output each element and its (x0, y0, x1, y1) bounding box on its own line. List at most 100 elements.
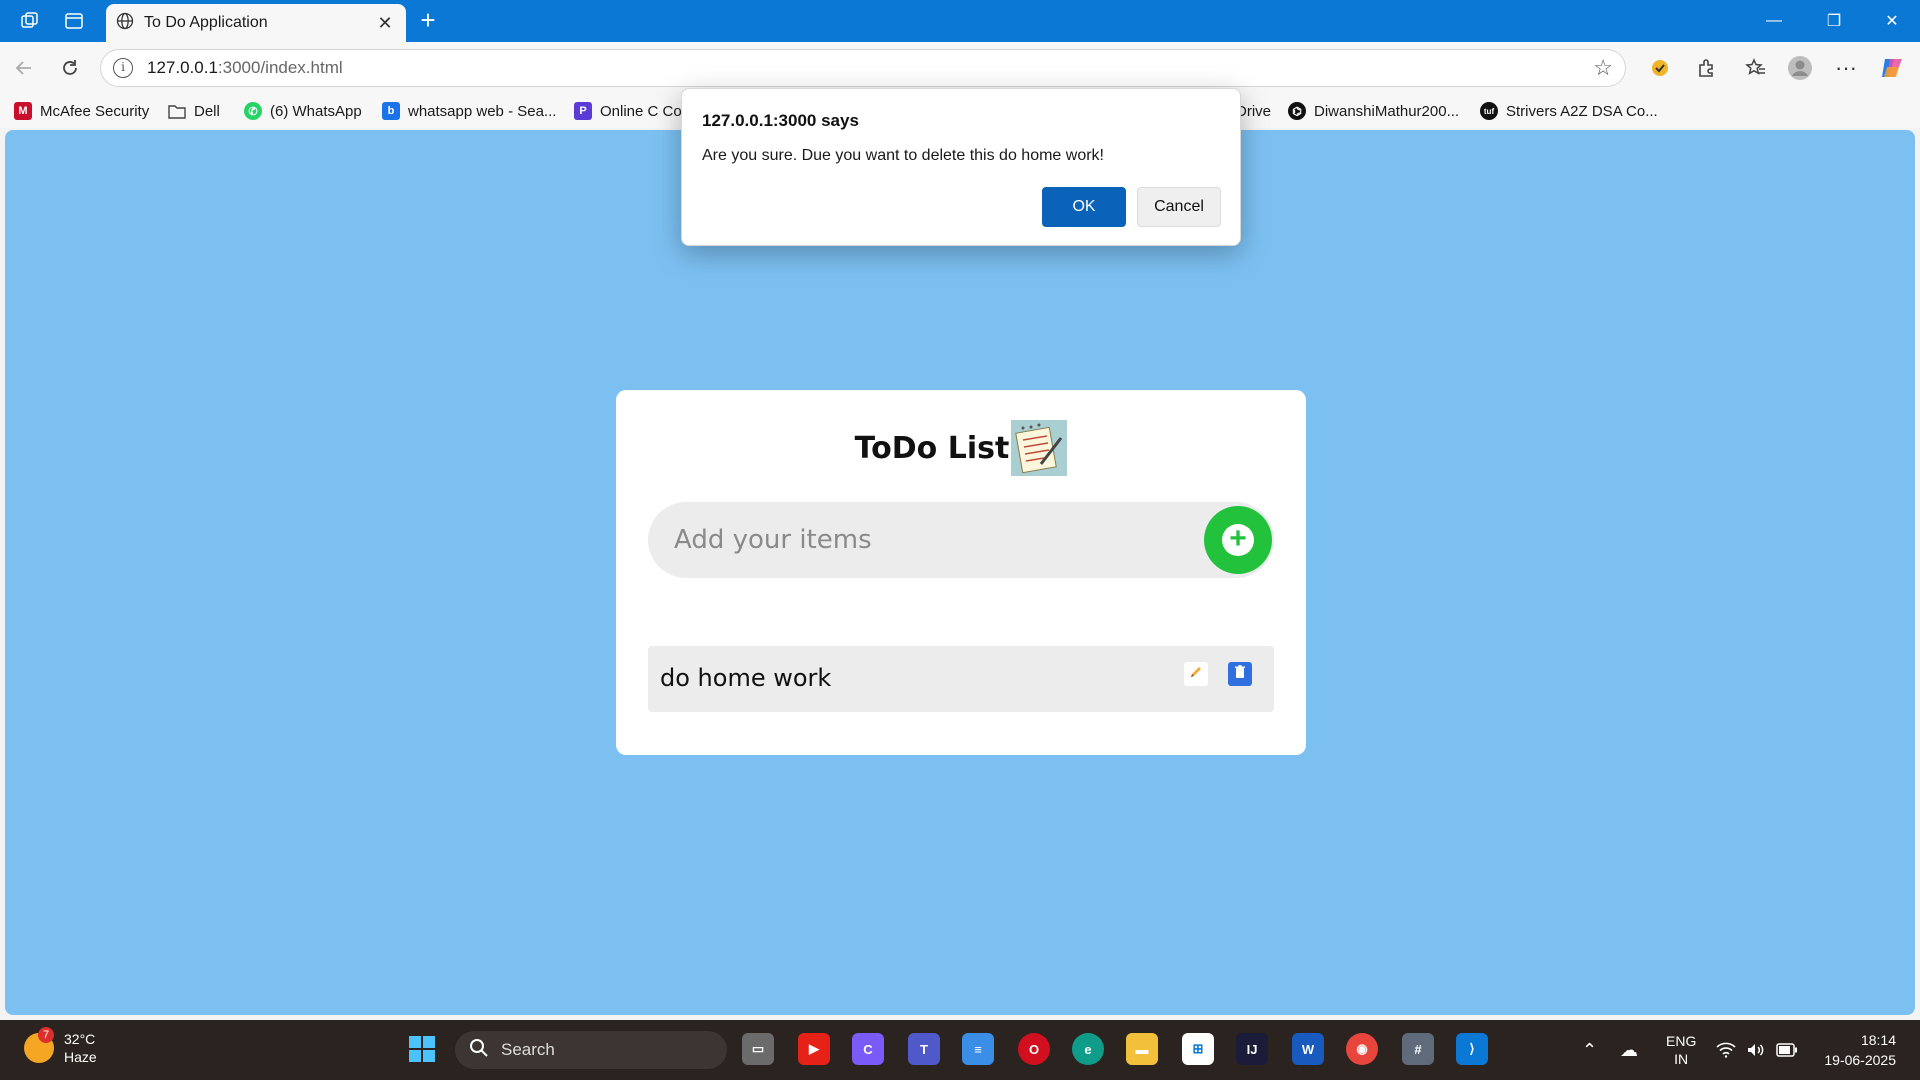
weather-condition: Haze (64, 1049, 97, 1065)
bookmark-whatsapp-web[interactable]: b whatsapp web - Sea... (382, 100, 556, 122)
mcafee-icon: M (14, 102, 32, 120)
programiz-icon: P (574, 102, 592, 120)
takeuforward-icon: tuf (1480, 102, 1498, 120)
bookmark-mcafee[interactable]: M McAfee Security (14, 100, 149, 122)
bookmark-label: Dell (194, 102, 220, 120)
confirm-dialog: 127.0.0.1:3000 says Are you sure. Due yo… (681, 88, 1241, 246)
todo-input[interactable] (674, 516, 1174, 564)
add-item-button[interactable]: + (1204, 506, 1272, 574)
temperature: 32°C (64, 1031, 96, 1047)
performance-icon[interactable] (1646, 54, 1674, 82)
bookmark-whatsapp[interactable]: ✆ (6) WhatsApp (244, 100, 362, 122)
todo-item-text: do home work (660, 664, 832, 692)
plus-icon: + (1222, 524, 1254, 556)
onedrive-icon[interactable]: ☁ (1620, 1020, 1638, 1080)
bookmark-label: McAfee Security (40, 102, 150, 120)
tab-to-do-application[interactable]: To Do Application ✕ (106, 4, 406, 42)
copilot-app-icon[interactable]: C (852, 1033, 884, 1065)
add-item-form: + (648, 502, 1274, 578)
bookmark-github[interactable]: ⌬ DiwanshiMathur200... (1288, 100, 1459, 122)
pencil-icon (1188, 664, 1204, 685)
start-button[interactable] (406, 1033, 438, 1065)
weather-badge: 7 (38, 1027, 54, 1043)
battery-icon[interactable] (1776, 1020, 1798, 1080)
chrome-icon[interactable]: ◉ (1346, 1033, 1378, 1065)
folder-icon (168, 102, 186, 120)
dialog-title: 127.0.0.1:3000 says (702, 111, 859, 130)
bookmark-label: (6) WhatsApp (270, 102, 362, 120)
ok-button[interactable]: OK (1042, 187, 1126, 227)
url-host: 127.0.0.1 (147, 58, 218, 77)
bing-icon: b (382, 102, 400, 120)
page-title: ToDo List (854, 430, 1010, 466)
back-button[interactable] (10, 54, 38, 82)
bookmark-drive[interactable]: Drive (1236, 100, 1271, 122)
edit-button[interactable] (1184, 662, 1208, 686)
bookmark-label: Online C Co (600, 102, 682, 120)
dialog-message: Are you sure. Due you want to delete thi… (702, 147, 1104, 164)
word-icon[interactable]: W (1292, 1033, 1324, 1065)
search-icon (469, 1038, 489, 1063)
vertical-tabs-icon[interactable] (62, 9, 86, 33)
bookmark-label: Drive (1236, 102, 1272, 120)
workspaces-icon[interactable] (18, 9, 42, 33)
todo-header: ToDo List (616, 420, 1306, 476)
cancel-button[interactable]: Cancel (1137, 187, 1221, 227)
clock-date: 19-06-2025 (1824, 1052, 1896, 1068)
bookmark-online-c[interactable]: P Online C Co (574, 100, 682, 122)
todo-card: ToDo List + do home work (616, 390, 1306, 755)
search-label: Search (501, 1040, 555, 1059)
clock-time: 18:14 (1860, 1032, 1896, 1048)
trash-icon (1234, 664, 1246, 684)
bookmark-label: Strivers A2Z DSA Co... (1506, 102, 1658, 120)
tab-title: To Do Application (144, 14, 268, 31)
volume-icon[interactable] (1746, 1020, 1766, 1080)
bookmark-label: whatsapp web - Sea... (408, 102, 557, 120)
close-icon[interactable]: ✕ (374, 13, 396, 34)
github-icon: ⌬ (1288, 102, 1306, 120)
task-view-icon[interactable]: ▭ (742, 1033, 774, 1065)
region-label: IN (1674, 1051, 1689, 1067)
profile-avatar-icon[interactable] (1786, 54, 1814, 82)
copilot-icon[interactable] (1878, 54, 1906, 82)
notepad-icon (1011, 420, 1068, 476)
minimize-button[interactable]: — (1746, 0, 1802, 42)
weather-widget[interactable]: 7 32°C Haze (24, 1027, 97, 1066)
restore-button[interactable]: ❐ (1806, 0, 1862, 42)
url-text[interactable]: 127.0.0.1:3000/index.html (147, 58, 1593, 78)
wifi-icon[interactable] (1716, 1020, 1736, 1080)
calculator-icon[interactable]: # (1402, 1033, 1434, 1065)
url-path: :3000/index.html (217, 58, 343, 77)
taskbar-search[interactable]: Search (455, 1031, 727, 1069)
notepad-app-icon[interactable]: ≡ (962, 1033, 994, 1065)
bookmark-label: DiwanshiMathur200... (1314, 102, 1460, 120)
more-options-icon[interactable]: ··· (1832, 54, 1860, 82)
system-clock[interactable]: 18:14 19-06-2025 (1824, 1030, 1896, 1070)
microsoft-store-icon[interactable]: ⊞ (1182, 1033, 1214, 1065)
site-info-icon[interactable]: i (113, 58, 133, 78)
taskbar: 7 32°C Haze Search ▭ ▶ C T ≡ O e ▬ ⊞ IJ … (0, 1020, 1920, 1080)
refresh-button[interactable] (56, 54, 84, 82)
teams-icon[interactable]: T (908, 1033, 940, 1065)
extensions-icon[interactable] (1692, 54, 1720, 82)
browser-title-bar: To Do Application ✕ + — ❐ ✕ (0, 0, 1920, 42)
language-indicator[interactable]: ENG IN (1666, 1020, 1696, 1080)
youtube-icon[interactable]: ▶ (798, 1033, 830, 1065)
delete-button[interactable] (1228, 662, 1252, 686)
address-bar[interactable]: i 127.0.0.1:3000/index.html ☆ (100, 49, 1626, 87)
intellij-icon[interactable]: IJ (1236, 1033, 1268, 1065)
show-hidden-icons[interactable]: ⌃ (1582, 1020, 1597, 1080)
favorites-icon[interactable] (1742, 54, 1770, 82)
whatsapp-icon: ✆ (244, 102, 262, 120)
favorite-star-icon[interactable]: ☆ (1593, 55, 1613, 81)
page-viewport: ToDo List + do home work (5, 130, 1915, 1015)
bookmark-strivers[interactable]: tuf Strivers A2Z DSA Co... (1480, 100, 1658, 122)
window-close-button[interactable]: ✕ (1864, 0, 1920, 42)
edge-icon[interactable]: e (1072, 1033, 1104, 1065)
file-explorer-icon[interactable]: ▬ (1126, 1033, 1158, 1065)
vscode-icon[interactable]: ⟩ (1456, 1033, 1488, 1065)
bookmark-dell[interactable]: Dell (168, 100, 220, 122)
navigation-bar: i 127.0.0.1:3000/index.html ☆ ··· (0, 42, 1920, 94)
new-tab-button[interactable]: + (414, 6, 442, 34)
opera-icon[interactable]: O (1018, 1033, 1050, 1065)
